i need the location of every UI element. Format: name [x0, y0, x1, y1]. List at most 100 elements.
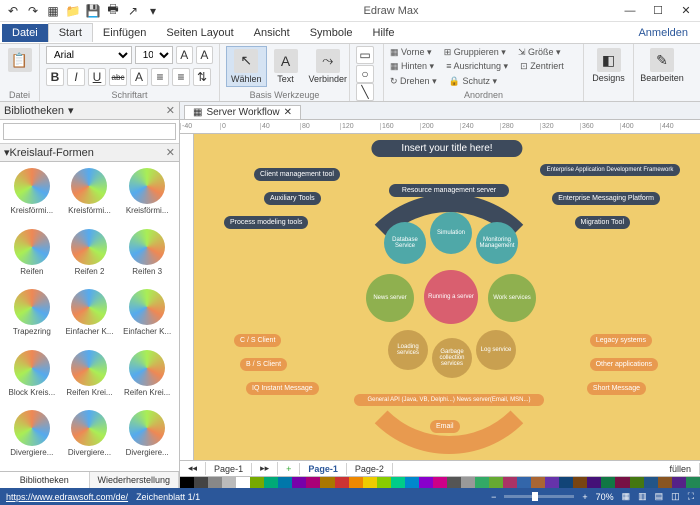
circ-log[interactable]: Log service: [476, 330, 516, 370]
pill-or3[interactable]: Short Message: [587, 382, 646, 395]
font-size-select[interactable]: 10: [135, 46, 173, 64]
shape-item[interactable]: Reifen Krei...: [62, 348, 118, 407]
strike-button[interactable]: abc: [109, 68, 127, 86]
lib-tab-libraries[interactable]: Bibliotheken: [0, 472, 90, 488]
minimize-icon[interactable]: —: [616, 0, 644, 22]
shape-item[interactable]: Kreisförmi...: [62, 166, 118, 225]
view-mode3-icon[interactable]: ▤: [655, 491, 664, 502]
pill-right-2[interactable]: Enterprise Messaging Platform: [552, 192, 660, 205]
color-swatch[interactable]: [349, 477, 363, 488]
close-icon[interactable]: ✕: [672, 0, 700, 22]
tab-start[interactable]: Start: [48, 23, 93, 42]
save-icon[interactable]: 💾: [84, 2, 102, 20]
pill-right-3[interactable]: Migration Tool: [575, 216, 630, 229]
select-tool[interactable]: ↖Wählen: [226, 46, 267, 87]
color-swatch[interactable]: [292, 477, 306, 488]
redo-icon[interactable]: ↷: [24, 2, 42, 20]
lib-tab-recovery[interactable]: Wiederherstellung: [90, 472, 180, 488]
text-tool[interactable]: AText: [270, 47, 302, 86]
pill-right-1[interactable]: Enterprise Application Development Frame…: [540, 164, 680, 176]
shape-item[interactable]: Divergiere...: [62, 408, 118, 467]
send-back[interactable]: ▦ Hinten ▾: [390, 61, 434, 72]
color-swatch[interactable]: [559, 477, 573, 488]
zoom-level[interactable]: 70%: [596, 492, 614, 502]
color-swatch[interactable]: [222, 477, 236, 488]
shape-item[interactable]: Block Kreis...: [4, 348, 60, 407]
bring-front[interactable]: ▦ Vorne ▾: [390, 47, 432, 58]
shape-item[interactable]: Reifen 3: [119, 227, 175, 286]
circ-load[interactable]: Loading services: [388, 330, 428, 370]
color-swatch[interactable]: [377, 477, 391, 488]
italic-button[interactable]: I: [67, 68, 85, 86]
page-1a[interactable]: Page-1: [206, 463, 252, 475]
color-swatch[interactable]: [601, 477, 615, 488]
designs-button[interactable]: ◧Designs: [590, 46, 627, 85]
color-swatch[interactable]: [587, 477, 601, 488]
circ-db[interactable]: Database Service: [384, 222, 426, 264]
new-icon[interactable]: ▦: [44, 2, 62, 20]
color-swatch[interactable]: [236, 477, 250, 488]
color-swatch[interactable]: [208, 477, 222, 488]
color-swatch[interactable]: [630, 477, 644, 488]
export-icon[interactable]: ↗: [124, 2, 142, 20]
group-btn[interactable]: ⊞ Gruppieren ▾: [444, 47, 506, 58]
tab-symbols[interactable]: Symbole: [300, 24, 363, 42]
circ-sim[interactable]: Simulation: [430, 212, 472, 254]
nav-next[interactable]: ▸▸: [252, 462, 278, 475]
color-swatch[interactable]: [461, 477, 475, 488]
circ-gc[interactable]: Garbage collection services: [432, 338, 472, 378]
shape-item[interactable]: Divergiere...: [119, 408, 175, 467]
color-swatch[interactable]: [573, 477, 587, 488]
bullets-icon[interactable]: ≡: [151, 68, 169, 86]
tab-view[interactable]: Ansicht: [244, 24, 300, 42]
tab-help[interactable]: Hilfe: [363, 24, 405, 42]
view-mode1-icon[interactable]: ▦: [622, 491, 631, 502]
shape-item[interactable]: Reifen Krei...: [119, 348, 175, 407]
pill-left-3[interactable]: Process modeling tools: [224, 216, 308, 229]
canvas[interactable]: Insert your title here! Client managemen…: [194, 134, 700, 460]
shape-item[interactable]: Reifen 2: [62, 227, 118, 286]
color-swatch[interactable]: [545, 477, 559, 488]
shape-circle-icon[interactable]: ○: [356, 65, 374, 83]
shape-line-icon[interactable]: ╲: [356, 83, 374, 101]
color-swatch[interactable]: [686, 477, 700, 488]
login-link[interactable]: Anmelden: [628, 27, 698, 39]
section-header[interactable]: ▾ Kreislauf-Formen ✕: [0, 144, 179, 162]
shape-item[interactable]: Einfacher K...: [62, 287, 118, 346]
paste-button[interactable]: 📋: [6, 46, 33, 74]
pill-ob1[interactable]: General API (Java, VB, Delphi...) News s…: [354, 394, 544, 406]
view-mode4-icon[interactable]: ◫: [671, 491, 680, 502]
grow-font-icon[interactable]: A: [176, 46, 193, 64]
color-swatch[interactable]: [475, 477, 489, 488]
underline-button[interactable]: U: [88, 68, 106, 86]
shape-item[interactable]: Trapezring: [4, 287, 60, 346]
color-swatch[interactable]: [264, 477, 278, 488]
font-color-icon[interactable]: A: [130, 68, 148, 86]
color-swatch[interactable]: [672, 477, 686, 488]
circ-news[interactable]: News server: [366, 274, 414, 322]
color-swatch[interactable]: [250, 477, 264, 488]
shrink-font-icon[interactable]: A: [196, 46, 213, 64]
connector-tool[interactable]: ⤳Verbinder: [305, 47, 352, 86]
color-swatch[interactable]: [320, 477, 334, 488]
color-swatch[interactable]: [447, 477, 461, 488]
align-icon[interactable]: ≡: [172, 68, 190, 86]
color-swatch[interactable]: [194, 477, 208, 488]
section-close-icon[interactable]: ✕: [166, 146, 175, 159]
library-search-input[interactable]: [3, 123, 176, 140]
nav-prev[interactable]: ◂◂: [180, 462, 206, 475]
open-icon[interactable]: 📁: [64, 2, 82, 20]
color-swatch[interactable]: [419, 477, 433, 488]
status-url[interactable]: https://www.edrawsoft.com/de/: [6, 492, 128, 502]
color-swatch[interactable]: [363, 477, 377, 488]
doc-close-icon[interactable]: ✕: [284, 107, 292, 118]
fullscreen-icon[interactable]: ⛶: [688, 491, 694, 502]
shape-item[interactable]: Kreisförmi...: [119, 166, 175, 225]
tab-insert[interactable]: Einfügen: [93, 24, 156, 42]
circ-work[interactable]: Work services: [488, 274, 536, 322]
color-swatch[interactable]: [489, 477, 503, 488]
library-close-icon[interactable]: ✕: [166, 104, 175, 117]
diagram-title[interactable]: Insert your title here!: [371, 140, 522, 157]
color-swatch[interactable]: [433, 477, 447, 488]
color-swatch[interactable]: [517, 477, 531, 488]
